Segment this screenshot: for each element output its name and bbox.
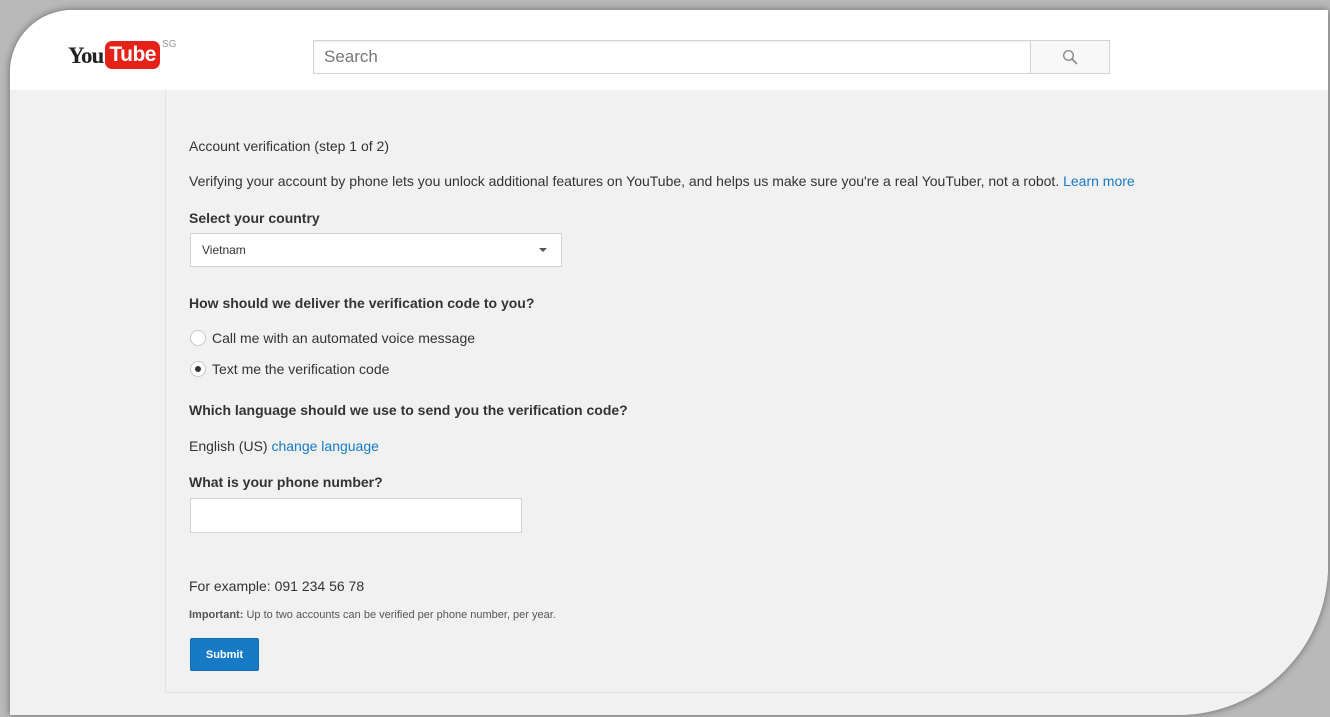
intro-text: Verifying your account by phone lets you… — [189, 173, 1060, 189]
verification-form: Account verification (step 1 of 2) Verif… — [165, 90, 1328, 693]
country-label: Select your country — [189, 210, 320, 226]
radio-text-message-label[interactable]: Text me the verification code — [212, 361, 389, 377]
important-text: Up to two accounts can be verified per p… — [246, 609, 556, 621]
language-row: English (US) change language — [189, 438, 379, 454]
learn-more-link[interactable]: Learn more — [1063, 173, 1135, 189]
submit-button[interactable]: Submit — [190, 638, 259, 671]
important-label: Important: — [189, 609, 244, 621]
page-title: Account verification (step 1 of 2) — [189, 138, 389, 154]
logo-region-text: SG — [161, 39, 177, 50]
masthead: You Tube SG Search — [10, 10, 1328, 91]
main-area: Account verification (step 1 of 2) Verif… — [10, 90, 1328, 715]
youtube-logo[interactable]: You Tube SG — [68, 39, 177, 71]
logo-tube-text: Tube — [105, 41, 160, 69]
language-label: Which language should we use to send you… — [189, 402, 628, 418]
phone-label: What is your phone number? — [189, 474, 383, 490]
important-note: Important: Up to two accounts can be ver… — [189, 609, 556, 621]
radio-text-message[interactable] — [190, 361, 206, 377]
phone-number-input[interactable] — [190, 498, 522, 533]
language-value: English (US) — [189, 438, 268, 454]
intro-paragraph: Verifying your account by phone lets you… — [189, 173, 1135, 189]
logo-you-text: You — [68, 43, 104, 68]
country-select[interactable]: Vietnam — [190, 233, 562, 267]
change-language-link[interactable]: change language — [271, 438, 378, 454]
chevron-down-icon — [539, 248, 547, 252]
phone-example: For example: 091 234 56 78 — [189, 578, 365, 594]
radio-voice-call[interactable] — [190, 330, 206, 346]
search-icon — [1062, 49, 1078, 65]
delivery-label: How should we deliver the verification c… — [189, 295, 535, 311]
country-select-value: Vietnam — [202, 243, 246, 257]
search-button[interactable] — [1030, 40, 1110, 74]
browser-frame: You Tube SG Search Account verification … — [10, 10, 1328, 715]
search-input[interactable]: Search — [313, 40, 1031, 74]
radio-voice-call-label[interactable]: Call me with an automated voice message — [212, 330, 475, 346]
